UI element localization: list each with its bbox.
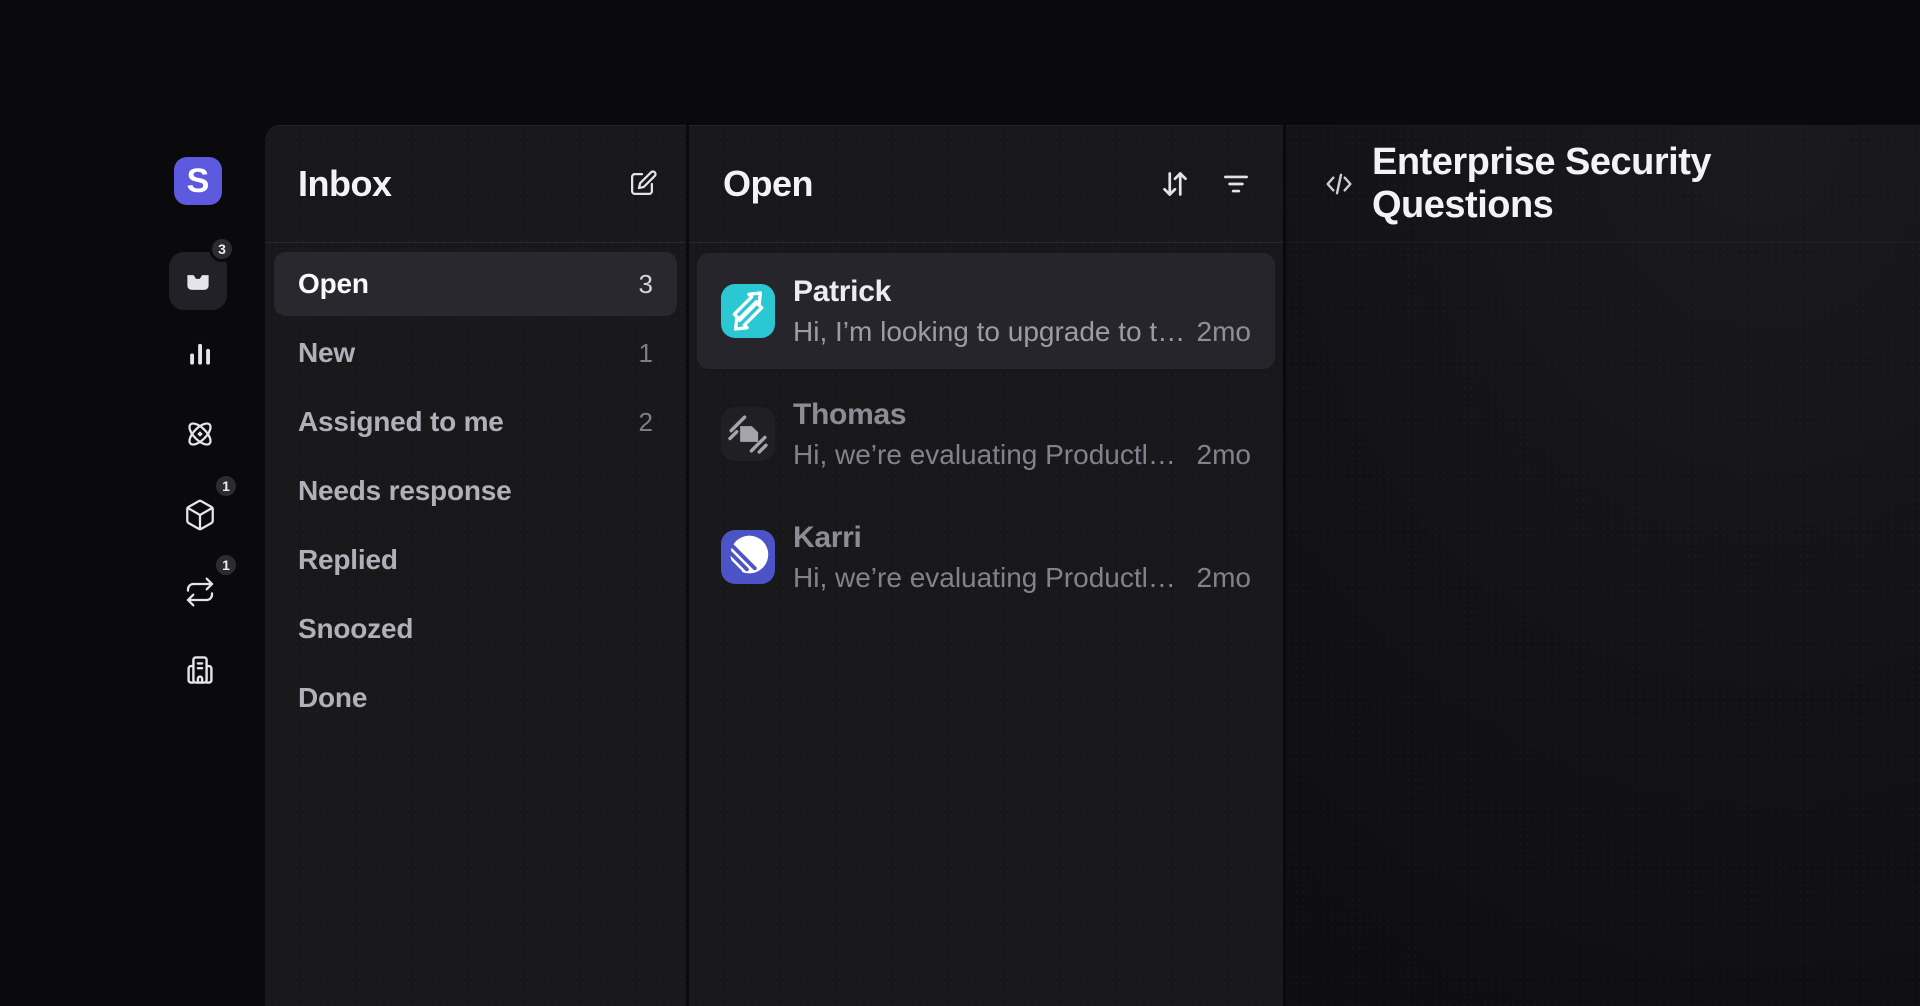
conversation-time: 2mo bbox=[1197, 562, 1251, 594]
conversation-list: Patrick Hi, I’m looking to upgrade to t…… bbox=[689, 243, 1283, 632]
app-rail: S 3 bbox=[0, 0, 265, 1006]
conversation-name: Karri bbox=[793, 521, 1251, 555]
building-icon bbox=[182, 652, 218, 688]
conversation-list-panel: Open bbox=[689, 125, 1283, 1006]
sidebar-title: Inbox bbox=[298, 163, 392, 205]
list-title: Open bbox=[723, 163, 813, 205]
rail-item-automation[interactable] bbox=[171, 405, 229, 463]
rail-item-reports[interactable] bbox=[171, 325, 229, 383]
conversation-preview: Hi, I’m looking to upgrade to t… bbox=[793, 316, 1183, 348]
conversation-text: Karri Hi, we’re evaluating Productl… 2mo bbox=[793, 521, 1251, 594]
sidebar-item-count: 1 bbox=[639, 338, 653, 369]
conversation-row-patrick[interactable]: Patrick Hi, I’m looking to upgrade to t…… bbox=[697, 253, 1275, 369]
sort-arrows-icon bbox=[1157, 166, 1193, 202]
compose-icon bbox=[626, 168, 658, 200]
sidebar-item-label: Done bbox=[298, 682, 367, 714]
conversation-text: Thomas Hi, we’re evaluating Productl… 2m… bbox=[793, 398, 1251, 471]
sidebar-item-replied[interactable]: Replied bbox=[274, 528, 677, 592]
conversation-detail-body bbox=[1286, 243, 1920, 1006]
conversation-text: Patrick Hi, I’m looking to upgrade to t…… bbox=[793, 275, 1251, 348]
main-card: Inbox Open 3 New 1 Assigned to me bbox=[265, 125, 1920, 1006]
inbox-sidebar-header: Inbox bbox=[265, 126, 686, 243]
dark-stamp-avatar bbox=[721, 407, 775, 461]
conversation-time: 2mo bbox=[1197, 439, 1251, 471]
teal-arrows-avatar bbox=[721, 284, 775, 338]
inbox-tray-icon bbox=[183, 266, 213, 296]
conversation-preview: Hi, we’re evaluating Productl… bbox=[793, 439, 1183, 471]
cube-icon bbox=[183, 498, 217, 532]
compose-button[interactable] bbox=[626, 168, 658, 200]
conversation-title: Enterprise Security Questions bbox=[1372, 141, 1890, 227]
conversation-row-thomas[interactable]: Thomas Hi, we’re evaluating Productl… 2m… bbox=[697, 376, 1275, 492]
filter-icon bbox=[1219, 167, 1253, 201]
sidebar-item-assigned-to-me[interactable]: Assigned to me 2 bbox=[274, 390, 677, 454]
indigo-globe-avatar bbox=[721, 530, 775, 584]
sidebar-item-open[interactable]: Open 3 bbox=[274, 252, 677, 316]
conversation-preview: Hi, we’re evaluating Productl… bbox=[793, 562, 1183, 594]
conversation-list-header: Open bbox=[689, 126, 1283, 243]
repeat-arrows-icon bbox=[184, 576, 216, 608]
inbox-sidebar-panel: Inbox Open 3 New 1 Assigned to me bbox=[265, 125, 686, 1006]
bar-chart-icon bbox=[184, 338, 216, 370]
atom-icon bbox=[182, 416, 218, 452]
sidebar-item-count: 2 bbox=[639, 407, 653, 438]
conversation-detail-panel: Enterprise Security Questions bbox=[1286, 125, 1920, 1006]
workflows-badge: 1 bbox=[213, 552, 239, 578]
conversation-time: 2mo bbox=[1197, 316, 1251, 348]
sidebar-status-list: Open 3 New 1 Assigned to me 2 Needs resp… bbox=[265, 243, 686, 744]
sidebar-item-snoozed[interactable]: Snoozed bbox=[274, 597, 677, 661]
sidebar-item-label: Snoozed bbox=[298, 613, 413, 645]
sidebar-item-count: 3 bbox=[639, 269, 653, 300]
rail-item-company[interactable] bbox=[171, 641, 229, 699]
sidebar-item-label: Assigned to me bbox=[298, 406, 504, 438]
sidebar-item-needs-response[interactable]: Needs response bbox=[274, 459, 677, 523]
code-icon bbox=[1322, 167, 1356, 201]
sort-button[interactable] bbox=[1157, 166, 1193, 202]
sidebar-item-label: Open bbox=[298, 268, 369, 300]
conversation-detail-header: Enterprise Security Questions bbox=[1286, 126, 1920, 243]
sidebar-item-done[interactable]: Done bbox=[274, 666, 677, 730]
sidebar-item-label: Replied bbox=[298, 544, 398, 576]
workspace-logo[interactable]: S bbox=[174, 157, 222, 205]
conversation-row-karri[interactable]: Karri Hi, we’re evaluating Productl… 2mo bbox=[697, 499, 1275, 615]
conversation-name: Patrick bbox=[793, 275, 1251, 309]
conversation-name: Thomas bbox=[793, 398, 1251, 432]
filter-button[interactable] bbox=[1219, 167, 1253, 201]
inbox-badge: 3 bbox=[209, 236, 235, 262]
sidebar-item-label: Needs response bbox=[298, 475, 512, 507]
products-badge: 1 bbox=[213, 473, 239, 499]
sidebar-item-label: New bbox=[298, 337, 355, 369]
sidebar-item-new[interactable]: New 1 bbox=[274, 321, 677, 385]
